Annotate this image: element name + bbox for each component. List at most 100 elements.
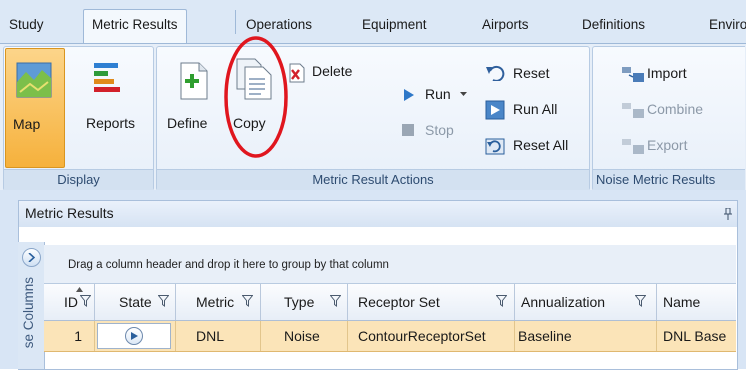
column-header-state[interactable]: State <box>95 284 176 320</box>
reports-label: Reports <box>86 115 136 131</box>
annotation-ellipse <box>224 36 288 158</box>
define-button[interactable]: Define <box>161 51 219 163</box>
filter-icon[interactable] <box>242 295 253 307</box>
run-all-button[interactable]: Run All <box>483 99 583 123</box>
map-button[interactable]: Map <box>5 48 65 168</box>
cell-name: DNL Base <box>657 321 736 351</box>
run-label: Run <box>425 86 451 102</box>
cell-annualization-value: Baseline <box>518 328 572 344</box>
column-header-state-label: State <box>119 294 152 310</box>
expand-button[interactable] <box>22 248 41 267</box>
filter-icon[interactable] <box>330 295 341 307</box>
stop-button[interactable]: Stop <box>397 119 477 143</box>
undo-icon <box>486 65 505 81</box>
noise-metric-results-title: Noise Metric Results <box>593 169 745 190</box>
chevron-down-icon <box>460 92 467 96</box>
import-label: Import <box>647 65 687 81</box>
filter-icon[interactable] <box>158 295 169 307</box>
combine-button[interactable]: Combine <box>621 99 731 123</box>
tab-environment[interactable]: Enviro <box>709 14 746 36</box>
panel-title-bar: Metric Results <box>18 200 738 228</box>
group-by-area[interactable]: Drag a column header and drop it here to… <box>44 245 736 284</box>
run-all-label: Run All <box>513 101 558 117</box>
reset-label: Reset <box>513 65 550 81</box>
grid-header-row: ID State Metric Type Receptor Set Annual… <box>44 284 736 321</box>
column-header-metric[interactable]: Metric <box>176 284 261 320</box>
column-header-receptor-set-label: Receptor Set <box>358 294 440 310</box>
reset-all-button[interactable]: Reset All <box>483 135 583 159</box>
pin-icon[interactable] <box>724 208 732 220</box>
export-label: Export <box>647 137 688 153</box>
export-icon <box>622 139 644 154</box>
column-header-name[interactable]: Name <box>657 284 736 320</box>
column-header-id[interactable]: ID <box>44 284 95 320</box>
cell-type: Noise <box>261 321 348 351</box>
delete-icon <box>289 63 305 83</box>
metric-result-actions-title: Metric Result Actions <box>157 169 589 190</box>
import-icon <box>622 67 644 82</box>
filter-icon[interactable] <box>635 295 646 307</box>
reset-button[interactable]: Reset <box>483 63 583 87</box>
tab-metric-results[interactable]: Metric Results <box>83 9 187 45</box>
export-button[interactable]: Export <box>621 135 731 159</box>
sort-ascending-icon <box>76 287 83 292</box>
panel-title: Metric Results <box>25 205 114 221</box>
column-chooser-strip[interactable]: se Columns <box>18 242 45 369</box>
cell-metric: DNL <box>176 321 261 351</box>
stop-icon <box>402 124 414 136</box>
reports-icon <box>94 63 120 92</box>
ribbon: Map Reports Display Define Copy Delete R… <box>0 43 746 191</box>
table-row[interactable]: 1 DNL Noise ContourReceptorSet Baseline … <box>44 321 736 352</box>
tab-equipment[interactable]: Equipment <box>362 14 427 36</box>
run-all-icon <box>485 100 505 120</box>
combine-label: Combine <box>647 101 704 117</box>
column-header-receptor-set[interactable]: Receptor Set <box>348 284 515 320</box>
display-group: Map Reports Display <box>3 46 154 191</box>
cell-name-value: DNL Base <box>663 328 727 344</box>
ribbon-tab-strip: Study Metric Results Operations Equipmen… <box>0 0 746 45</box>
cell-annualization: Baseline <box>515 321 657 351</box>
import-button[interactable]: Import <box>621 63 731 87</box>
column-header-id-label: ID <box>64 294 78 310</box>
column-chooser-label: se Columns <box>21 277 36 349</box>
reports-button[interactable]: Reports <box>67 48 147 166</box>
play-icon <box>404 89 414 101</box>
combine-icon <box>622 103 644 118</box>
reset-all-label: Reset All <box>513 137 569 153</box>
map-label: Map <box>13 116 41 132</box>
delete-button[interactable]: Delete <box>287 61 369 83</box>
cell-receptor-set: ContourReceptorSet <box>348 321 515 351</box>
cell-id: 1 <box>44 321 95 351</box>
cell-metric-value: DNL <box>196 328 225 344</box>
map-icon <box>16 62 52 98</box>
column-header-annualization[interactable]: Annualization <box>515 284 657 320</box>
cell-receptor-set-value: ContourReceptorSet <box>358 328 486 344</box>
filter-icon[interactable] <box>496 295 507 307</box>
run-button[interactable]: Run <box>397 83 477 107</box>
column-header-annualization-label: Annualization <box>521 294 606 310</box>
cell-state <box>95 321 176 351</box>
chevron-right-icon <box>28 253 35 262</box>
play-icon <box>125 327 143 345</box>
group-by-hint: Drag a column header and drop it here to… <box>68 259 389 271</box>
stop-label: Stop <box>425 122 454 138</box>
filter-icon[interactable] <box>80 295 91 307</box>
column-header-type[interactable]: Type <box>261 284 348 320</box>
cell-type-value: Noise <box>284 328 320 344</box>
state-run-button[interactable] <box>97 323 171 349</box>
tab-definitions[interactable]: Definitions <box>582 14 645 36</box>
column-header-name-label: Name <box>663 294 701 310</box>
cell-id-value: 1 <box>74 328 82 344</box>
display-group-title: Display <box>4 169 153 190</box>
column-header-type-label: Type <box>284 294 315 310</box>
tab-study[interactable]: Study <box>9 14 44 36</box>
delete-label: Delete <box>312 63 353 79</box>
tab-operations[interactable]: Operations <box>246 14 312 36</box>
reset-all-icon <box>485 138 505 155</box>
column-header-metric-label: Metric <box>196 294 235 310</box>
tab-separator <box>235 10 236 34</box>
define-icon <box>180 62 208 100</box>
tab-airports[interactable]: Airports <box>482 14 529 36</box>
noise-metric-results-group: Import Combine Export Noise Metric Resul… <box>592 46 745 191</box>
define-label: Define <box>167 115 208 131</box>
